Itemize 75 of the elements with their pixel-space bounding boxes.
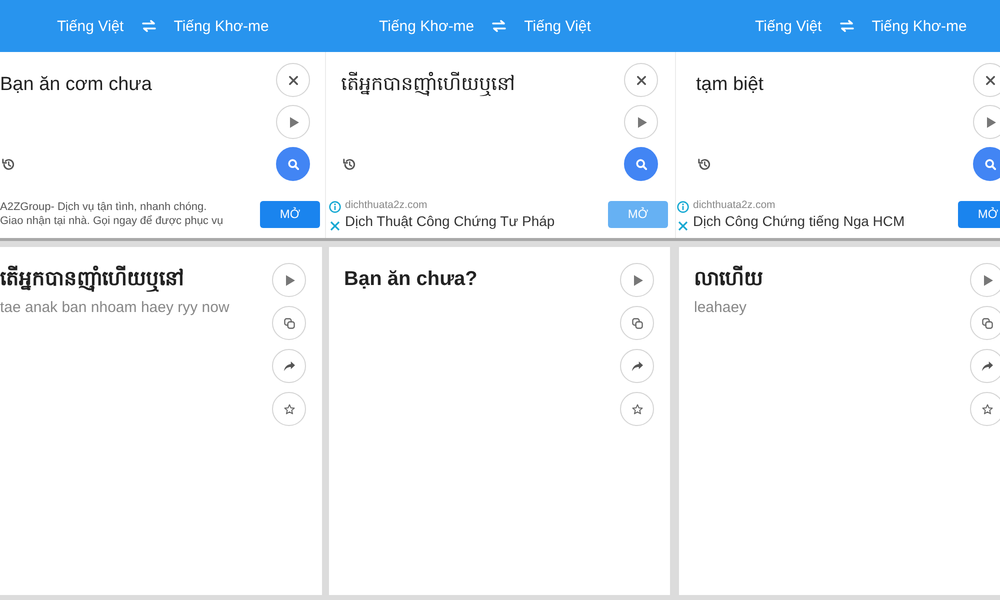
search-icon [984, 158, 996, 170]
favorite-button[interactable] [272, 392, 306, 426]
share-button[interactable] [272, 349, 306, 383]
listen-button[interactable] [624, 105, 658, 139]
search-icon [636, 158, 646, 170]
share-icon [284, 360, 294, 372]
romanization-text: tae anak ban nhoam haey ryy now [0, 298, 230, 318]
close-icon[interactable] [678, 221, 688, 231]
history-icon[interactable] [698, 158, 711, 171]
clear-button[interactable] [624, 63, 658, 97]
clear-button[interactable] [973, 63, 1000, 97]
share-button[interactable] [970, 349, 1000, 383]
close-icon[interactable] [330, 221, 340, 231]
history-icon[interactable] [343, 158, 356, 171]
close-icon [288, 76, 298, 84]
copy-button[interactable] [970, 306, 1000, 340]
play-icon [290, 116, 298, 128]
translation-text: តើអ្នកបានញ៉ាំហើយឬនៅ [0, 266, 184, 292]
info-icon[interactable] [677, 201, 689, 213]
ad-text: Giao nhận tại nhà. Gọi ngay để được phục vụ [0, 214, 224, 228]
copy-icon [982, 318, 992, 328]
history-icon[interactable] [2, 158, 15, 171]
target-language[interactable]: Tiếng Khơ-me [174, 18, 269, 34]
copy-icon [632, 318, 642, 328]
translation-text: លាហើយ [694, 266, 763, 292]
favorite-button[interactable] [970, 392, 1000, 426]
star-icon [284, 404, 294, 414]
play-icon [286, 274, 294, 286]
open-button[interactable]: MỞ [260, 200, 320, 228]
clear-button[interactable] [276, 63, 310, 97]
star-icon [632, 404, 642, 414]
swap-icon[interactable] [840, 20, 854, 32]
romanization-text: leahaey [694, 298, 747, 318]
share-icon [632, 360, 642, 372]
open-button[interactable]: MỞ [608, 200, 668, 228]
copy-icon [284, 318, 294, 328]
listen-button[interactable] [970, 263, 1000, 297]
ad-headline: Dịch Thuật Công Chứng Tư Pháp [345, 212, 556, 230]
input-field[interactable]: tạm biệt [696, 52, 973, 158]
star-icon [982, 404, 992, 414]
share-icon [982, 360, 992, 372]
input-field[interactable]: Bạn ăn cơm chưa [0, 52, 276, 158]
close-icon [986, 76, 994, 84]
info-icon[interactable] [329, 201, 341, 213]
translation-text: Bạn ăn chưa? [344, 267, 478, 292]
play-icon [634, 274, 642, 286]
search-icon [288, 158, 298, 170]
copy-button[interactable] [272, 306, 306, 340]
ad-domain: dichthuata2z.com [345, 198, 428, 212]
source-language[interactable]: Tiếng Việt [57, 18, 124, 34]
listen-button[interactable] [272, 263, 306, 297]
copy-button[interactable] [620, 306, 654, 340]
listen-button[interactable] [276, 105, 310, 139]
target-language[interactable]: Tiếng Khơ-me [872, 18, 967, 34]
favorite-button[interactable] [620, 392, 654, 426]
source-language[interactable]: Tiếng Việt [755, 18, 822, 34]
listen-button[interactable] [620, 263, 654, 297]
input-field[interactable]: តើអ្នកបានញ៉ាំហើយឬនៅ [341, 52, 624, 158]
play-icon [984, 274, 992, 286]
search-button[interactable] [973, 147, 1000, 181]
target-language[interactable]: Tiếng Việt [524, 18, 591, 34]
search-button[interactable] [624, 147, 658, 181]
swap-icon[interactable] [142, 20, 156, 32]
close-icon [636, 76, 646, 84]
play-icon [638, 116, 646, 128]
listen-button[interactable] [973, 105, 1000, 139]
search-button[interactable] [276, 147, 310, 181]
open-button[interactable]: MỞ [958, 200, 1000, 228]
ad-domain: dichthuata2z.com [693, 198, 776, 212]
swap-icon[interactable] [492, 20, 506, 32]
share-button[interactable] [620, 349, 654, 383]
ad-text: A2ZGroup- Dịch vụ tận tình, nhanh chóng. [0, 200, 208, 214]
source-language[interactable]: Tiếng Khơ-me [379, 18, 474, 34]
ad-headline: Dịch Công Chứng tiếng Nga HCM [693, 212, 906, 230]
play-icon [986, 116, 996, 128]
